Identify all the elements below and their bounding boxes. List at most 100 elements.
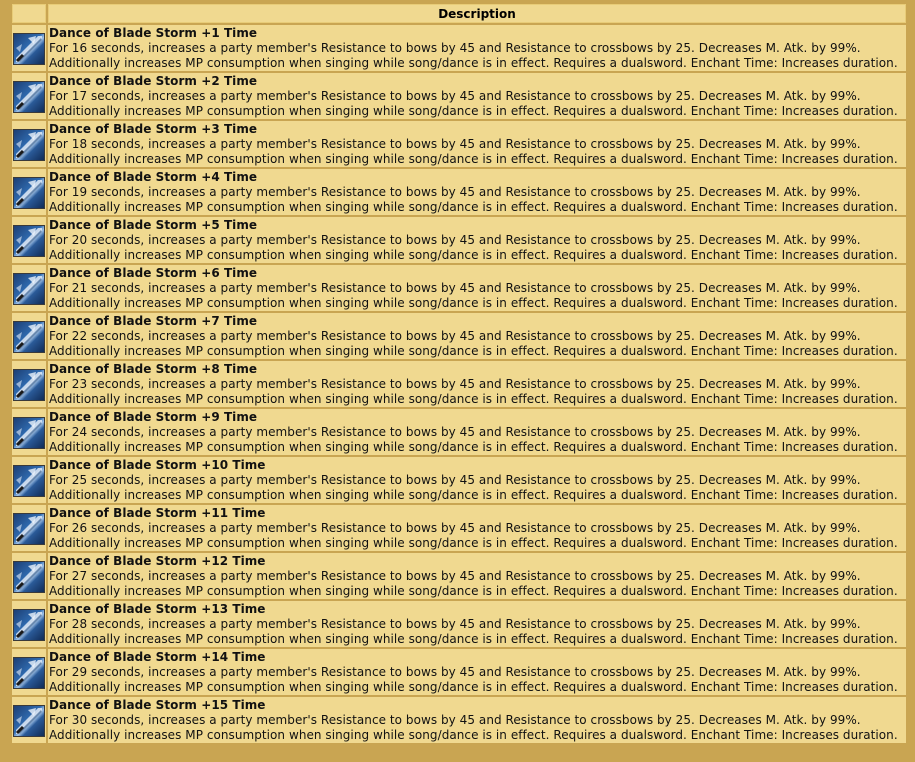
table-row: Dance of Blade Storm +7 Time For 22 secon…	[12, 313, 906, 359]
description-cell: Dance of Blade Storm +6 Time For 21 secon…	[48, 265, 906, 311]
table-row: Dance of Blade Storm +14 Time For 29 seco…	[12, 649, 906, 695]
table-row: Dance of Blade Storm +3 Time For 18 secon…	[12, 121, 906, 167]
skill-description-line-2: Additionally increases MP consumption wh…	[49, 344, 898, 358]
skill-description-line-1: For 24 seconds, increases a party member…	[49, 425, 861, 439]
skill-description-line-1: For 21 seconds, increases a party member…	[49, 281, 861, 295]
skill-enchant-table: Description Dance of Blade Storm +1 Time…	[10, 2, 908, 745]
blade-storm-skill-icon	[13, 417, 45, 449]
blade-storm-skill-icon	[13, 321, 45, 353]
blade-storm-skill-icon	[13, 657, 45, 689]
skill-description-line-2: Additionally increases MP consumption wh…	[49, 584, 898, 598]
skill-description-line-2: Additionally increases MP consumption wh…	[49, 488, 898, 502]
skill-description-line-1: For 16 seconds, increases a party member…	[49, 41, 861, 55]
blade-storm-skill-icon	[13, 225, 45, 257]
skill-description-line-1: For 20 seconds, increases a party member…	[49, 233, 861, 247]
skill-description-line-1: For 29 seconds, increases a party member…	[49, 665, 861, 679]
skill-description-line-2: Additionally increases MP consumption wh…	[49, 680, 898, 694]
icon-cell	[12, 697, 46, 743]
blade-storm-skill-icon	[13, 561, 45, 593]
blade-storm-skill-icon	[13, 609, 45, 641]
skill-description-line-1: For 27 seconds, increases a party member…	[49, 569, 861, 583]
skill-description-line-1: For 19 seconds, increases a party member…	[49, 185, 861, 199]
skill-name: Dance of Blade Storm +10 Time	[49, 458, 266, 472]
icon-cell	[12, 457, 46, 503]
skill-name: Dance of Blade Storm +5 Time	[49, 218, 258, 232]
skill-name: Dance of Blade Storm +4 Time	[49, 170, 258, 184]
table-row: Dance of Blade Storm +11 Time For 26 seco…	[12, 505, 906, 551]
skill-description-line-2: Additionally increases MP consumption wh…	[49, 296, 898, 310]
skill-name: Dance of Blade Storm +12 Time	[49, 554, 266, 568]
skill-name: Dance of Blade Storm +2 Time	[49, 74, 258, 88]
skill-description-line-1: For 22 seconds, increases a party member…	[49, 329, 861, 343]
description-cell: Dance of Blade Storm +9 Time For 24 secon…	[48, 409, 906, 455]
skill-name: Dance of Blade Storm +9 Time	[49, 410, 258, 424]
skill-name: Dance of Blade Storm +15 Time	[49, 698, 266, 712]
table-header-row: Description	[12, 4, 906, 23]
icon-cell	[12, 361, 46, 407]
skill-description-line-2: Additionally increases MP consumption wh…	[49, 632, 898, 646]
blade-storm-skill-icon	[13, 33, 45, 65]
table-body: Dance of Blade Storm +1 Time For 16 secon…	[12, 25, 906, 743]
table-row: Dance of Blade Storm +4 Time For 19 secon…	[12, 169, 906, 215]
blade-storm-skill-icon	[13, 465, 45, 497]
description-cell: Dance of Blade Storm +7 Time For 22 secon…	[48, 313, 906, 359]
skill-description-line-2: Additionally increases MP consumption wh…	[49, 248, 898, 262]
skill-description-line-1: For 17 seconds, increases a party member…	[49, 89, 861, 103]
description-cell: Dance of Blade Storm +4 Time For 19 secon…	[48, 169, 906, 215]
description-column-header: Description	[48, 4, 906, 23]
description-cell: Dance of Blade Storm +1 Time For 16 secon…	[48, 25, 906, 71]
skill-name: Dance of Blade Storm +8 Time	[49, 362, 258, 376]
table-row: Dance of Blade Storm +5 Time For 20 secon…	[12, 217, 906, 263]
description-cell: Dance of Blade Storm +14 Time For 29 seco…	[48, 649, 906, 695]
table-row: Dance of Blade Storm +6 Time For 21 secon…	[12, 265, 906, 311]
skill-description-line-1: For 18 seconds, increases a party member…	[49, 137, 861, 151]
skill-description-line-2: Additionally increases MP consumption wh…	[49, 152, 898, 166]
blade-storm-skill-icon	[13, 129, 45, 161]
icon-cell	[12, 169, 46, 215]
icon-cell	[12, 553, 46, 599]
blade-storm-skill-icon	[13, 81, 45, 113]
skill-table-container: Description Dance of Blade Storm +1 Time…	[10, 0, 908, 762]
description-cell: Dance of Blade Storm +3 Time For 18 secon…	[48, 121, 906, 167]
description-cell: Dance of Blade Storm +13 Time For 28 seco…	[48, 601, 906, 647]
description-cell: Dance of Blade Storm +15 Time For 30 seco…	[48, 697, 906, 743]
skill-description-line-2: Additionally increases MP consumption wh…	[49, 536, 898, 550]
icon-cell	[12, 25, 46, 71]
description-cell: Dance of Blade Storm +11 Time For 26 seco…	[48, 505, 906, 551]
description-cell: Dance of Blade Storm +2 Time For 17 secon…	[48, 73, 906, 119]
blade-storm-skill-icon	[13, 369, 45, 401]
skill-name: Dance of Blade Storm +14 Time	[49, 650, 266, 664]
skill-description-line-1: For 25 seconds, increases a party member…	[49, 473, 861, 487]
icon-cell	[12, 73, 46, 119]
skill-description-line-1: For 30 seconds, increases a party member…	[49, 713, 861, 727]
description-cell: Dance of Blade Storm +12 Time For 27 seco…	[48, 553, 906, 599]
skill-description-line-1: For 26 seconds, increases a party member…	[49, 521, 861, 535]
skill-description-line-2: Additionally increases MP consumption wh…	[49, 392, 898, 406]
icon-cell	[12, 409, 46, 455]
blade-storm-skill-icon	[13, 513, 45, 545]
blade-storm-skill-icon	[13, 705, 45, 737]
table-row: Dance of Blade Storm +13 Time For 28 seco…	[12, 601, 906, 647]
skill-name: Dance of Blade Storm +6 Time	[49, 266, 258, 280]
skill-description-line-1: For 28 seconds, increases a party member…	[49, 617, 861, 631]
skill-description-line-2: Additionally increases MP consumption wh…	[49, 728, 898, 742]
table-row: Dance of Blade Storm +9 Time For 24 secon…	[12, 409, 906, 455]
table-row: Dance of Blade Storm +10 Time For 25 seco…	[12, 457, 906, 503]
table-row: Dance of Blade Storm +15 Time For 30 seco…	[12, 697, 906, 743]
table-row: Dance of Blade Storm +8 Time For 23 secon…	[12, 361, 906, 407]
table-row: Dance of Blade Storm +1 Time For 16 secon…	[12, 25, 906, 71]
skill-name: Dance of Blade Storm +13 Time	[49, 602, 266, 616]
table-row: Dance of Blade Storm +2 Time For 17 secon…	[12, 73, 906, 119]
icon-column-header	[12, 4, 46, 23]
icon-cell	[12, 505, 46, 551]
skill-name: Dance of Blade Storm +3 Time	[49, 122, 258, 136]
skill-name: Dance of Blade Storm +7 Time	[49, 314, 258, 328]
icon-cell	[12, 265, 46, 311]
icon-cell	[12, 649, 46, 695]
description-cell: Dance of Blade Storm +5 Time For 20 secon…	[48, 217, 906, 263]
blade-storm-skill-icon	[13, 273, 45, 305]
description-cell: Dance of Blade Storm +8 Time For 23 secon…	[48, 361, 906, 407]
icon-cell	[12, 313, 46, 359]
skill-name: Dance of Blade Storm +1 Time	[49, 26, 258, 40]
skill-description-line-2: Additionally increases MP consumption wh…	[49, 104, 898, 118]
